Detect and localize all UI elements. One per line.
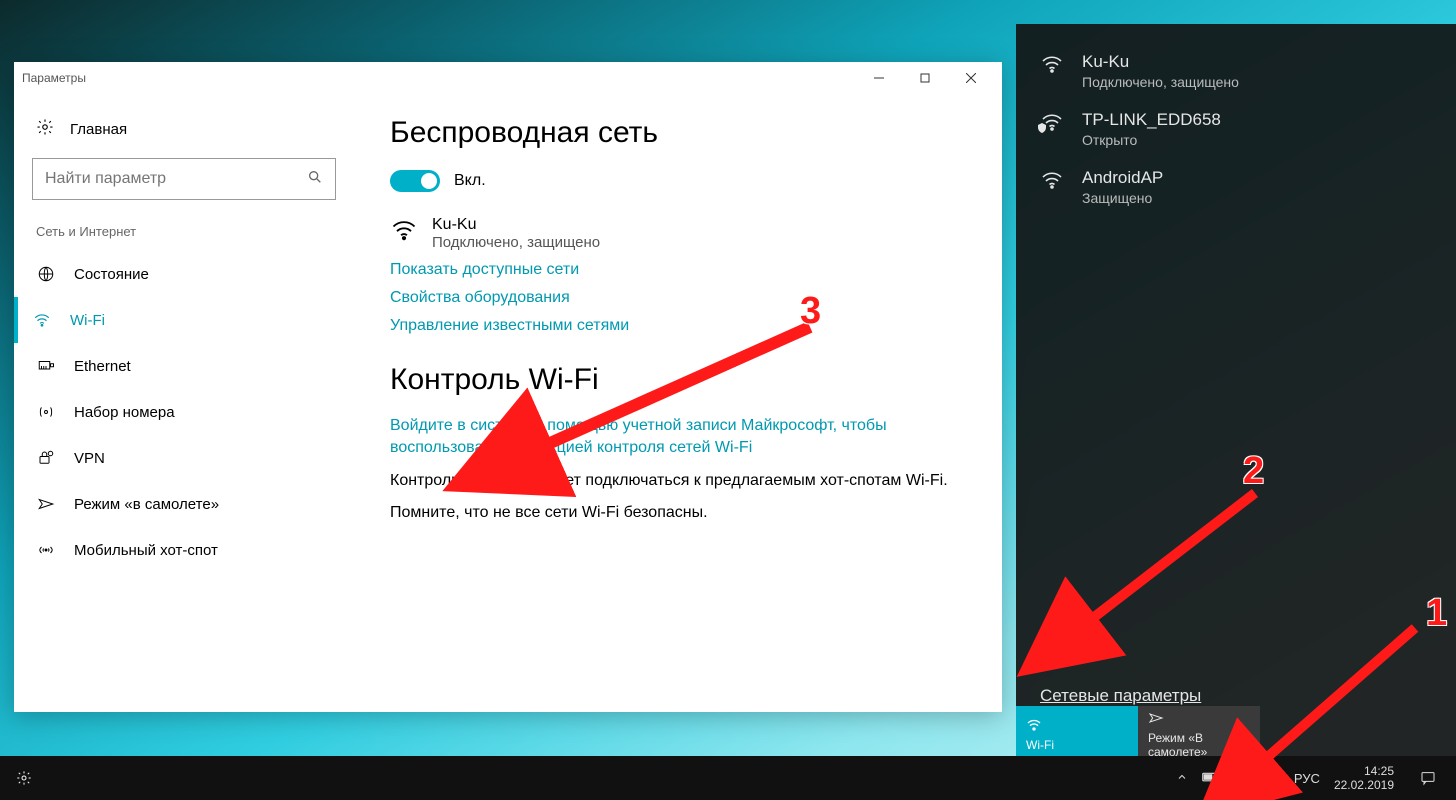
nav-label: Wi-Fi: [70, 312, 105, 329]
toggle-label: Вкл.: [454, 172, 486, 190]
annotation-arrow-2: [1060, 478, 1280, 658]
wifi-toggle[interactable]: [390, 170, 440, 192]
settings-window: Параметры Главная Сеть и: [14, 62, 1002, 712]
ethernet-icon: [36, 356, 56, 376]
network-status: Защищено: [1082, 190, 1163, 206]
start-button[interactable]: [0, 756, 48, 800]
link-show-networks[interactable]: Показать доступные сети: [390, 261, 974, 279]
annotation-number-1: 1: [1426, 592, 1447, 635]
sidebar: Главная Сеть и Интернет Состояние Wi-Fi …: [14, 94, 362, 712]
nav-dialup[interactable]: Набор номера: [32, 389, 362, 435]
annotation-number-2: 2: [1243, 450, 1264, 493]
maximize-button[interactable]: [902, 62, 948, 94]
page-heading: Беспроводная сеть: [390, 116, 974, 150]
network-status: Открыто: [1082, 132, 1221, 148]
nav-vpn[interactable]: VPN: [32, 435, 362, 481]
nav-ethernet[interactable]: Ethernet: [32, 343, 362, 389]
nav-label: Состояние: [74, 266, 149, 283]
network-name: Ku-Ku: [432, 216, 600, 234]
annotation-number-3: 3: [800, 290, 821, 333]
tray-expand-icon[interactable]: [1176, 771, 1188, 786]
search-input[interactable]: [32, 158, 336, 200]
wifi-icon: [32, 310, 52, 330]
search-icon: [295, 169, 335, 190]
wifi-icon: [1040, 52, 1064, 81]
wifi-open-icon: [1040, 110, 1064, 139]
network-settings-link[interactable]: Сетевые параметры: [1040, 686, 1201, 705]
vpn-icon: [36, 448, 56, 468]
wifi-safety-note: Помните, что не все сети Wi-Fi безопасны…: [390, 502, 974, 524]
dialup-icon: [36, 402, 56, 422]
network-status: Подключено, защищено: [1082, 74, 1239, 90]
tile-label: Wi-Fi: [1026, 738, 1138, 752]
home-button[interactable]: Главная: [32, 112, 362, 158]
wifi-icon: [1040, 168, 1064, 197]
flyout-network[interactable]: Ku-Ku Подключено, защищено: [1016, 42, 1456, 100]
hotspot-icon: [36, 540, 56, 560]
nav-label: Набор номера: [74, 404, 175, 421]
nav-label: Мобильный хот-спот: [74, 542, 218, 559]
home-label: Главная: [70, 121, 127, 138]
globe-icon: [36, 264, 56, 284]
quick-tiles: Wi-Fi Режим «Всамолете»: [1016, 706, 1260, 762]
nav-hotspot[interactable]: Мобильный хот-спот: [32, 527, 362, 573]
nav-label: Ethernet: [74, 358, 131, 375]
flyout-network[interactable]: TP-LINK_EDD658 Открыто: [1016, 100, 1456, 158]
nav-airplane[interactable]: Режим «в самолете»: [32, 481, 362, 527]
network-status: Подключено, защищено: [432, 234, 600, 251]
link-hardware-properties[interactable]: Свойства оборудования: [390, 289, 974, 307]
airplane-icon: [36, 494, 56, 514]
nav-label: VPN: [74, 450, 105, 467]
tile-wifi[interactable]: Wi-Fi: [1016, 706, 1138, 762]
minimize-button[interactable]: [856, 62, 902, 94]
wifi-icon: [1026, 717, 1138, 736]
nav-wifi[interactable]: Wi-Fi: [14, 297, 362, 343]
gear-icon: [36, 118, 54, 140]
close-button[interactable]: [948, 62, 994, 94]
annotation-arrow-3: [510, 312, 840, 482]
network-name: AndroidAP: [1082, 168, 1163, 188]
nav-status[interactable]: Состояние: [32, 251, 362, 297]
titlebar: Параметры: [14, 62, 1002, 94]
section-label: Сеть и Интернет: [36, 224, 362, 239]
window-title: Параметры: [22, 71, 86, 85]
battery-icon[interactable]: [1202, 771, 1220, 786]
network-name: Ku-Ku: [1082, 52, 1239, 72]
network-name: TP-LINK_EDD658: [1082, 110, 1221, 130]
connected-network[interactable]: Ku-Ku Подключено, защищено: [390, 216, 974, 251]
search-field[interactable]: [33, 170, 295, 188]
nav-label: Режим «в самолете»: [74, 496, 219, 513]
wifi-icon: [390, 216, 418, 249]
flyout-network[interactable]: AndroidAP Защищено: [1016, 158, 1456, 216]
